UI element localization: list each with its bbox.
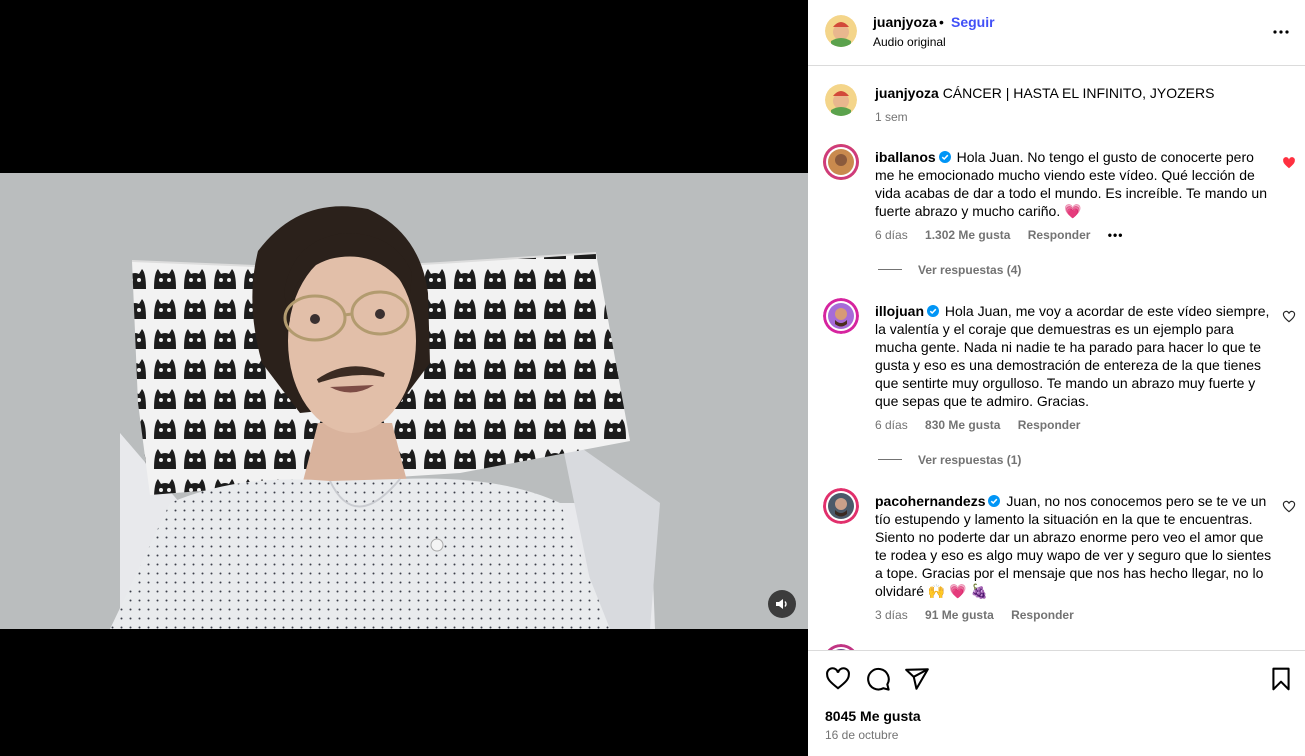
- reply-button[interactable]: Responder: [1028, 228, 1091, 242]
- view-replies-label: Ver respuestas (4): [918, 263, 1022, 277]
- avatar[interactable]: [823, 488, 859, 524]
- comment-username[interactable]: iballanos: [875, 149, 936, 165]
- save-bookmark-icon[interactable]: [1268, 666, 1294, 692]
- separator-dot: •: [939, 14, 944, 30]
- view-replies-label: Ver respuestas (1): [918, 453, 1022, 467]
- avatar[interactable]: [825, 84, 857, 116]
- avatar[interactable]: [823, 298, 859, 334]
- comment-text: Hola Juan, me voy a acordar de este víde…: [875, 303, 1270, 409]
- caption-time[interactable]: 1 sem: [875, 110, 908, 124]
- caption-username[interactable]: juanjyoza: [875, 85, 939, 101]
- verified-badge-icon: [938, 151, 951, 163]
- replies-line: [878, 459, 902, 460]
- comment-username[interactable]: pacohernandezs: [875, 493, 985, 509]
- comment-heart-icon[interactable]: [1282, 310, 1296, 324]
- reply-button[interactable]: Responder: [1018, 418, 1081, 432]
- comment-username[interactable]: illojuan: [875, 303, 924, 319]
- comment-time[interactable]: 6 días: [875, 228, 908, 242]
- comments-list[interactable]: juanjyoza CÁNCER | HASTA EL INFINITO, JY…: [808, 66, 1305, 650]
- video-player[interactable]: [0, 0, 808, 756]
- comment-likes[interactable]: 91 Me gusta: [925, 608, 994, 622]
- post-header: juanjyoza • Seguir Audio original: [808, 0, 1305, 66]
- reply-button[interactable]: Responder: [1011, 608, 1074, 622]
- mute-button[interactable]: [768, 590, 796, 618]
- comment-meta: 6 días 1.302 Me gusta Responder •••: [875, 228, 1137, 242]
- more-options-icon[interactable]: [1271, 22, 1291, 42]
- comment-meta: 6 días 830 Me gusta Responder: [875, 418, 1094, 432]
- caption-meta: 1 sem: [875, 110, 922, 124]
- post-likes-count[interactable]: 8045 Me gusta: [825, 708, 921, 724]
- comment-heart-icon[interactable]: [1282, 500, 1296, 514]
- post-date[interactable]: 16 de octubre: [825, 728, 898, 742]
- comment: illojuan Hola Juan, me voy a acordar de …: [875, 302, 1275, 410]
- share-icon[interactable]: [904, 666, 930, 692]
- comment-time[interactable]: 6 días: [875, 418, 908, 432]
- verified-badge-icon: [988, 495, 1001, 507]
- post-username[interactable]: juanjyoza: [873, 14, 937, 30]
- avatar[interactable]: [823, 144, 859, 180]
- comment-likes[interactable]: 1.302 Me gusta: [925, 228, 1010, 242]
- caption-text: CÁNCER | HASTA EL INFINITO, JYOZERS: [942, 85, 1215, 101]
- comment-heart-icon[interactable]: [1282, 156, 1296, 170]
- replies-line: [878, 269, 902, 270]
- video-still: [0, 173, 808, 629]
- comment-more-icon[interactable]: •••: [1108, 228, 1124, 242]
- audio-label[interactable]: Audio original: [873, 35, 946, 49]
- like-heart-icon[interactable]: [825, 666, 851, 692]
- comment-time[interactable]: 3 días: [875, 608, 908, 622]
- view-replies-button[interactable]: Ver respuestas (1): [878, 453, 1021, 467]
- post-caption: juanjyoza CÁNCER | HASTA EL INFINITO, JY…: [875, 84, 1275, 102]
- follow-button[interactable]: Seguir: [951, 14, 995, 30]
- verified-badge-icon: [927, 305, 939, 317]
- comment-likes[interactable]: 830 Me gusta: [925, 418, 1000, 432]
- comment-icon[interactable]: [865, 666, 891, 692]
- view-replies-button[interactable]: Ver respuestas (4): [878, 263, 1021, 277]
- post-panel: juanjyoza • Seguir Audio original juanjy…: [808, 0, 1305, 756]
- avatar[interactable]: [825, 15, 857, 47]
- post-actions: 8045 Me gusta 16 de octubre: [808, 650, 1305, 756]
- comment: iballanos Hola Juan. No tengo el gusto d…: [875, 148, 1275, 220]
- video-frame[interactable]: [0, 173, 808, 629]
- speaker-icon: [776, 599, 787, 609]
- comment-meta: 3 días 91 Me gusta Responder: [875, 608, 1088, 622]
- comment: pacohernandezs Juan, no nos conocemos pe…: [875, 492, 1275, 600]
